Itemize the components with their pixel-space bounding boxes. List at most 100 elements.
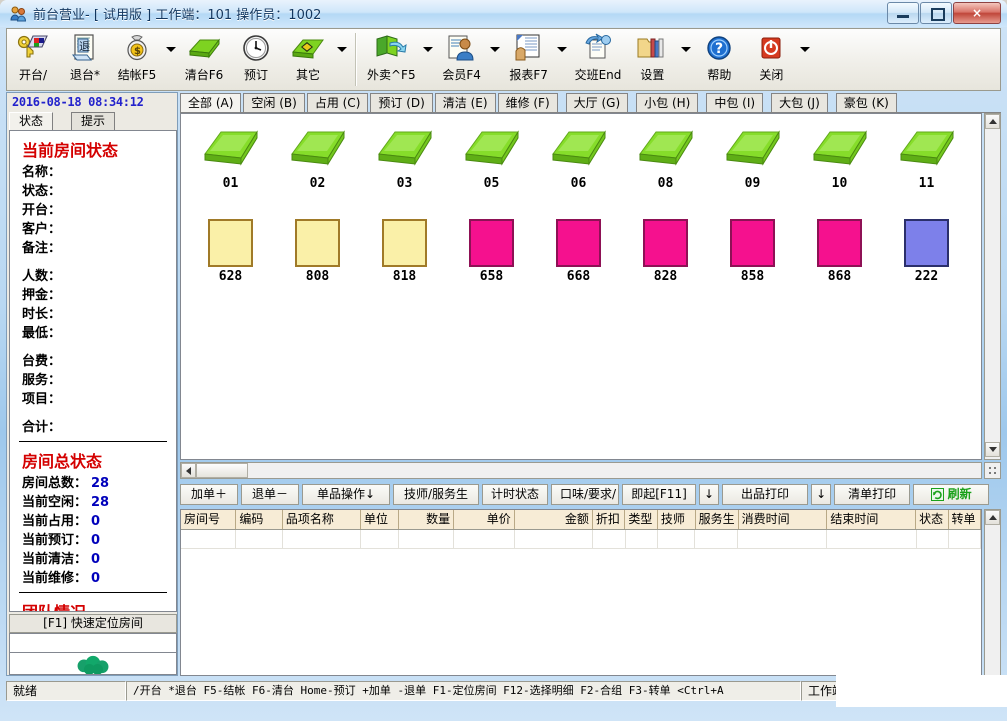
- col-unit-price[interactable]: 单价: [454, 510, 515, 529]
- refresh-button[interactable]: 刷新: [913, 483, 990, 505]
- stat-label: 当前预订：: [22, 533, 88, 548]
- table-row[interactable]: [181, 530, 981, 549]
- toolbar-button-shift-change[interactable]: 交班End: [570, 29, 627, 90]
- col-transfer[interactable]: 转单: [948, 510, 981, 529]
- col-code[interactable]: 编码: [236, 510, 283, 529]
- shift-change-icon: [582, 32, 614, 64]
- technician-waiter-button[interactable]: 技师/服务生: [393, 483, 479, 505]
- field-label: 项目：: [22, 392, 62, 407]
- add-order-button[interactable]: 加单＋: [180, 483, 238, 505]
- room-tile[interactable]: 628: [187, 213, 274, 284]
- room-tile[interactable]: 222: [883, 213, 970, 284]
- immediate-f11-button[interactable]: 即起[F11]: [622, 483, 696, 505]
- toolbar-button-clear-table[interactable]: 清台F6: [178, 29, 230, 90]
- horizontal-scroll-thumb[interactable]: [196, 463, 248, 478]
- col-status[interactable]: 状态: [916, 510, 949, 529]
- room-tile[interactable]: 808: [274, 213, 361, 284]
- toolbar-button-settings[interactable]: 设置: [626, 29, 678, 90]
- stat-value: 0: [91, 514, 101, 529]
- toolbar-label: 退台*: [69, 68, 100, 82]
- table-scroll-up-arrow-icon[interactable]: [985, 510, 1000, 525]
- room-tile[interactable]: 09: [709, 122, 796, 191]
- scroll-down-arrow-icon[interactable]: [985, 442, 1000, 457]
- toolbar-button-member[interactable]: 会员F4: [436, 29, 488, 90]
- toolbar-dropdown-member[interactable]: [488, 29, 503, 90]
- list-print-button[interactable]: 清单打印: [834, 483, 911, 505]
- toolbar-button-open-table[interactable]: 开台/: [7, 29, 59, 90]
- tab-room-hall[interactable]: 大厅 (G): [565, 93, 629, 112]
- scroll-up-arrow-icon[interactable]: [985, 114, 1000, 129]
- close-button[interactable]: ×: [953, 2, 1001, 24]
- cancel-order-button[interactable]: 退单－: [241, 483, 299, 505]
- pane-resize-grip[interactable]: [984, 462, 1001, 479]
- toolbar-dropdown-other[interactable]: [334, 29, 349, 90]
- item-operation-button[interactable]: 单品操作↓: [302, 483, 390, 505]
- room-tile[interactable]: 01: [187, 122, 274, 191]
- room-square-icon: [208, 219, 253, 267]
- room-pane-horizontal-scrollbar[interactable]: [180, 462, 982, 479]
- toolbar-button-reservation[interactable]: 预订: [230, 29, 282, 90]
- room-tile[interactable]: 06: [535, 122, 622, 191]
- toolbar-dropdown-checkout[interactable]: [163, 29, 178, 90]
- tab-room-all[interactable]: 全部 (A): [180, 93, 242, 112]
- immediate-dropdown-arrow[interactable]: ↓: [699, 483, 720, 505]
- col-unit[interactable]: 单位: [361, 510, 399, 529]
- quick-locate-room-button[interactable]: [F1] 快速定位房间: [9, 614, 177, 633]
- room-tile[interactable]: 818: [361, 213, 448, 284]
- maximize-button[interactable]: [920, 2, 952, 24]
- toolbar-button-report[interactable]: 报表F7: [503, 29, 555, 90]
- tab-room-maintenance[interactable]: 维修 (F): [497, 93, 558, 112]
- kitchen-print-dropdown-arrow[interactable]: ↓: [811, 483, 832, 505]
- col-type[interactable]: 类型: [625, 510, 658, 529]
- toolbar-button-help[interactable]: ? 帮助: [693, 29, 745, 90]
- table-vertical-scrollbar[interactable]: [984, 509, 1001, 676]
- col-waiter[interactable]: 服务生: [695, 510, 739, 529]
- room-tile[interactable]: 828: [622, 213, 709, 284]
- field-label: 人数：: [22, 269, 62, 284]
- tab-room-large-box[interactable]: 大包 (J): [771, 93, 828, 112]
- timing-status-button[interactable]: 计时状态: [482, 483, 548, 505]
- chevron-down-icon: [680, 47, 691, 52]
- room-tile[interactable]: 08: [622, 122, 709, 191]
- toolbar-dropdown-takeout[interactable]: [421, 29, 436, 90]
- col-item-name[interactable]: 品项名称: [282, 510, 362, 529]
- taste-request-button[interactable]: 口味/要求/: [551, 483, 619, 505]
- toolbar-dropdown-settings[interactable]: [678, 29, 693, 90]
- tab-room-small-box[interactable]: 小包 (H): [636, 93, 699, 112]
- room-tile[interactable]: 02: [274, 122, 361, 191]
- col-technician[interactable]: 技师: [657, 510, 696, 529]
- tab-room-free[interactable]: 空闲 (B): [243, 93, 305, 112]
- toolbar-button-exit[interactable]: 关闭: [745, 29, 797, 90]
- tab-room-reserved[interactable]: 预订 (D): [370, 93, 433, 112]
- toolbar-button-other[interactable]: 其它: [282, 29, 334, 90]
- room-tile[interactable]: 11: [883, 122, 970, 191]
- toolbar-button-close-table[interactable]: 退 退台*: [59, 29, 111, 90]
- toolbar-button-checkout[interactable]: $ 结帐F5: [111, 29, 163, 90]
- room-tile[interactable]: 858: [709, 213, 796, 284]
- col-amount[interactable]: 金额: [514, 510, 593, 529]
- minimize-button[interactable]: [887, 2, 919, 24]
- tab-room-medium-box[interactable]: 中包 (I): [706, 93, 764, 112]
- tab-room-occupied[interactable]: 占用 (C): [306, 93, 369, 112]
- col-end-time[interactable]: 结束时间: [827, 510, 917, 529]
- room-pane-vertical-scrollbar[interactable]: [984, 113, 1001, 460]
- tab-status[interactable]: 状态: [9, 112, 54, 130]
- col-room-no[interactable]: 房间号: [181, 510, 237, 529]
- room-tile[interactable]: 668: [535, 213, 622, 284]
- tab-tips[interactable]: 提示: [71, 112, 116, 130]
- col-quantity[interactable]: 数量: [398, 510, 455, 529]
- col-discount[interactable]: 折扣: [592, 510, 626, 529]
- room-tile[interactable]: 03: [361, 122, 448, 191]
- room-tile[interactable]: 658: [448, 213, 535, 284]
- tab-room-luxury-box[interactable]: 豪包 (K): [835, 93, 897, 112]
- kitchen-print-button[interactable]: 出品打印: [722, 483, 809, 505]
- toolbar-dropdown-exit[interactable]: [797, 29, 812, 90]
- col-consume-time[interactable]: 消费时间: [738, 510, 828, 529]
- room-tile[interactable]: 868: [796, 213, 883, 284]
- toolbar-dropdown-report[interactable]: [555, 29, 570, 90]
- room-tile[interactable]: 10: [796, 122, 883, 191]
- tab-room-cleaning[interactable]: 清洁 (E): [434, 93, 496, 112]
- room-tile[interactable]: 05: [448, 122, 535, 191]
- toolbar-button-takeout[interactable]: 外卖^F5: [362, 29, 421, 90]
- scroll-left-arrow-icon[interactable]: [181, 463, 196, 478]
